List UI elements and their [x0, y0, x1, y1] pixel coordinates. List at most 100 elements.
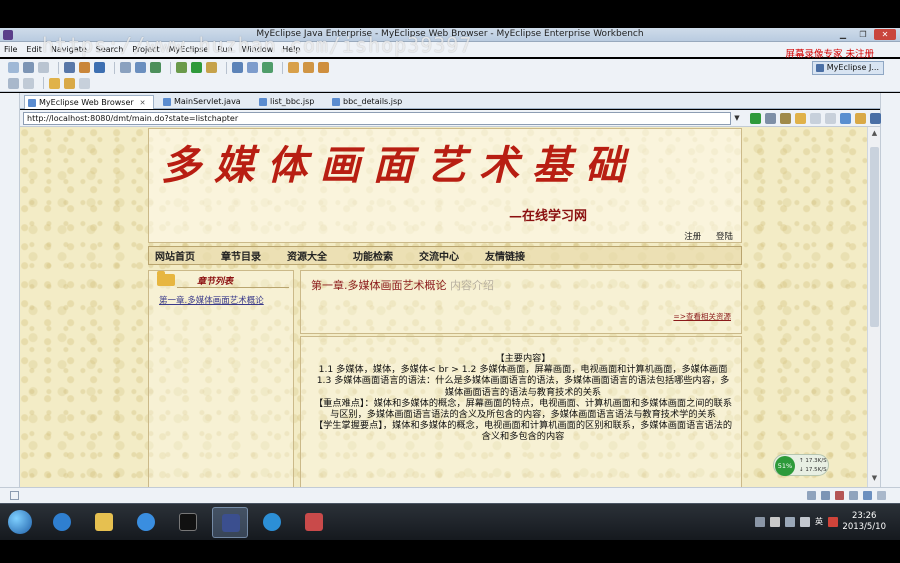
scroll-up-icon[interactable]: ▲	[870, 129, 879, 138]
perspective-switcher[interactable]: MyEclipse J...	[811, 61, 884, 75]
status-icon[interactable]	[821, 491, 830, 500]
search-icon[interactable]	[120, 62, 131, 73]
sidebar-heading: 章节列表	[197, 277, 234, 287]
browser-vertical-scrollbar[interactable]: ▲ ▼	[867, 127, 880, 487]
tray-volume-icon[interactable]	[800, 516, 810, 527]
nav-chapters[interactable]: 章节目录	[221, 248, 261, 263]
clock-date: 2013/5/10	[842, 522, 886, 532]
description-line: 【重点难点】：媒体和多媒体的概念，屏幕画面的特点，电视画面、计算机画面和多媒体画…	[313, 397, 733, 421]
browser-nav-icons	[750, 113, 881, 124]
browser-icon[interactable]	[94, 62, 105, 73]
pin-icon[interactable]	[23, 77, 34, 89]
taskbar-app-recorder[interactable]	[296, 507, 332, 538]
deploy-icon[interactable]	[79, 62, 90, 73]
login-link[interactable]: 登陆	[716, 232, 733, 242]
status-icon[interactable]	[849, 491, 858, 500]
annotation-icon[interactable]	[288, 62, 299, 73]
left-trim-bar	[0, 93, 20, 487]
annotation-next-icon[interactable]	[303, 62, 314, 73]
url-input[interactable]	[23, 112, 731, 125]
fast-view-icon[interactable]	[10, 491, 19, 500]
close-button[interactable]: ✕	[874, 29, 896, 40]
taskbar-app-media-player[interactable]	[254, 507, 290, 538]
save-icon[interactable]	[23, 62, 34, 73]
home-icon[interactable]	[855, 113, 866, 124]
chapter-sidebar: 章节列表 第一章.多媒体画面艺术概论	[148, 270, 294, 487]
print-icon[interactable]	[38, 62, 49, 73]
tray-arrow-icon[interactable]	[755, 516, 765, 527]
tab-bbc-details-jsp[interactable]: bbc_details.jsp	[329, 95, 402, 109]
taskbar-app-sogou[interactable]	[44, 507, 80, 538]
status-icon[interactable]	[835, 491, 844, 500]
toolbar-separator	[226, 61, 227, 74]
site-subtitle: —在线学习网	[509, 209, 588, 224]
globe-icon[interactable]	[150, 62, 161, 73]
taskbar-app-ie[interactable]	[128, 507, 164, 538]
tab-myeclipse-web-browser[interactable]: MyEclipse Web Browser ✕	[24, 95, 154, 109]
stop-icon[interactable]	[825, 113, 836, 124]
taskbar-app-explorer[interactable]	[86, 507, 122, 538]
tab-mainservlet-java[interactable]: MainServlet.java	[160, 95, 241, 109]
status-icon[interactable]	[807, 491, 816, 500]
nav-search[interactable]: 功能检索	[353, 248, 393, 263]
debug-icon[interactable]	[176, 62, 187, 73]
tray-flag-icon[interactable]	[770, 516, 780, 527]
nav-forward-icon[interactable]	[79, 77, 90, 89]
nav-forum[interactable]: 交流中心	[419, 248, 459, 263]
external-tools-icon[interactable]	[206, 62, 217, 73]
status-icon[interactable]	[877, 491, 886, 500]
nav-home[interactable]: 网站首页	[155, 248, 195, 263]
refresh-icon[interactable]	[262, 62, 273, 73]
sidebar-divider	[177, 287, 289, 288]
maximize-button[interactable]: ❐	[854, 29, 872, 40]
toolbar-separator	[170, 61, 171, 74]
chapter-header-box: 第一章.多媒体画面艺术概论 内容介绍 =>查看相关资源	[300, 270, 742, 334]
scroll-down-icon[interactable]: ▼	[870, 474, 879, 483]
url-dropdown-icon[interactable]: ▼	[732, 112, 742, 125]
status-icon[interactable]	[863, 491, 872, 500]
taskbar-app-myeclipse[interactable]	[212, 507, 248, 538]
menu-edit[interactable]: Edit	[26, 45, 42, 54]
refresh-icon[interactable]	[840, 113, 851, 124]
menu-file[interactable]: File	[4, 45, 17, 54]
screenshot-icon[interactable]	[870, 113, 881, 124]
sidebar-chapter-link[interactable]: 第一章.多媒体画面艺术概论	[159, 294, 264, 306]
network-monitor-widget[interactable]: 51% ↑ 17.3K/S ↓ 17.5K/S	[773, 454, 829, 476]
forward-icon[interactable]	[810, 113, 821, 124]
taskbar-app-cmd[interactable]	[170, 507, 206, 538]
tools-icon[interactable]	[780, 113, 791, 124]
video-letterbox-bottom	[0, 540, 900, 563]
run-icon[interactable]	[191, 62, 202, 73]
secondary-toolbar	[0, 75, 900, 92]
tab-list-bbc-jsp[interactable]: list_bbc.jsp	[256, 95, 314, 109]
scroll-thumb[interactable]	[870, 147, 879, 327]
start-button[interactable]	[4, 507, 36, 538]
wizard-icon[interactable]	[135, 62, 146, 73]
register-link[interactable]: 注册	[684, 232, 701, 242]
new-icon[interactable]	[8, 62, 19, 73]
open-type-icon[interactable]	[232, 62, 243, 73]
tab-label: list_bbc.jsp	[270, 97, 315, 106]
nav-resources[interactable]: 资源大全	[287, 248, 327, 263]
download-rate: ↓ 17.5K/S	[799, 467, 827, 473]
annotation-prev-icon[interactable]	[318, 62, 329, 73]
go-icon[interactable]	[750, 113, 761, 124]
view-resources-link[interactable]: =>查看相关资源	[673, 311, 731, 322]
minimize-button[interactable]: ▁	[834, 29, 852, 40]
browser-address-bar: ▼	[20, 110, 881, 127]
history-icon[interactable]	[8, 77, 19, 89]
server-icon[interactable]	[64, 62, 75, 73]
settings-icon[interactable]	[765, 113, 776, 124]
system-clock[interactable]: 23:26 2013/5/10	[842, 511, 886, 533]
tray-app-icon[interactable]	[828, 516, 838, 527]
screen-recorder-label: 屏幕录像专家 未注册	[785, 49, 874, 60]
back-arrow-icon[interactable]	[49, 77, 60, 89]
forward-arrow-icon[interactable]	[64, 77, 75, 89]
back-icon[interactable]	[795, 113, 806, 124]
tab-close-icon[interactable]: ✕	[140, 99, 146, 107]
input-method-indicator[interactable]: 英	[815, 516, 823, 527]
open-resource-icon[interactable]	[247, 62, 258, 73]
nav-links[interactable]: 友情链接	[485, 248, 525, 263]
tray-network-icon[interactable]	[785, 516, 795, 527]
sogou-icon	[53, 513, 71, 531]
